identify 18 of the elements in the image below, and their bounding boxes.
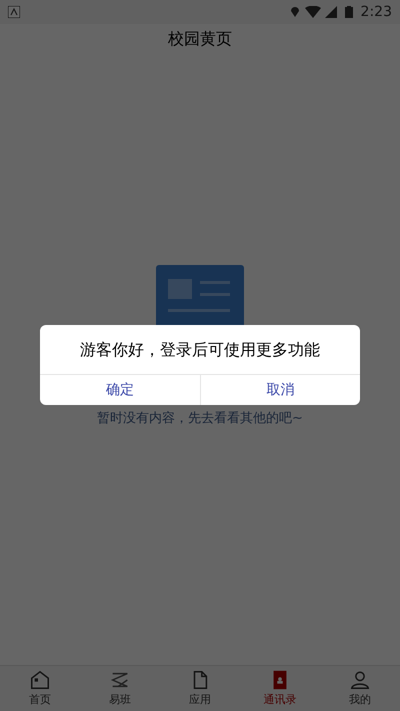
house-icon	[29, 668, 51, 691]
wifi-icon	[304, 6, 321, 18]
signal-icon	[324, 6, 337, 18]
dialog-button[interactable]: 取消	[200, 375, 360, 405]
battery-icon	[344, 6, 353, 18]
dialog-message: 游客你好，登录后可使用更多功能	[80, 338, 320, 360]
page-title: 校园黄页	[168, 28, 232, 50]
status-time: 2:23	[360, 2, 392, 22]
person-icon	[349, 668, 371, 691]
tab[interactable]: 通讯录	[240, 666, 320, 711]
tab[interactable]: 易班	[80, 666, 160, 711]
tab[interactable]: 应用	[160, 666, 240, 711]
empty-message: 暂时没有内容，先去看看其他的吧~	[97, 410, 303, 428]
tab[interactable]: 我的	[320, 666, 400, 711]
location-icon	[288, 6, 301, 18]
tab[interactable]: 首页	[0, 666, 80, 711]
notification-icon	[8, 6, 20, 18]
dialog-button[interactable]: 确定	[40, 375, 200, 405]
